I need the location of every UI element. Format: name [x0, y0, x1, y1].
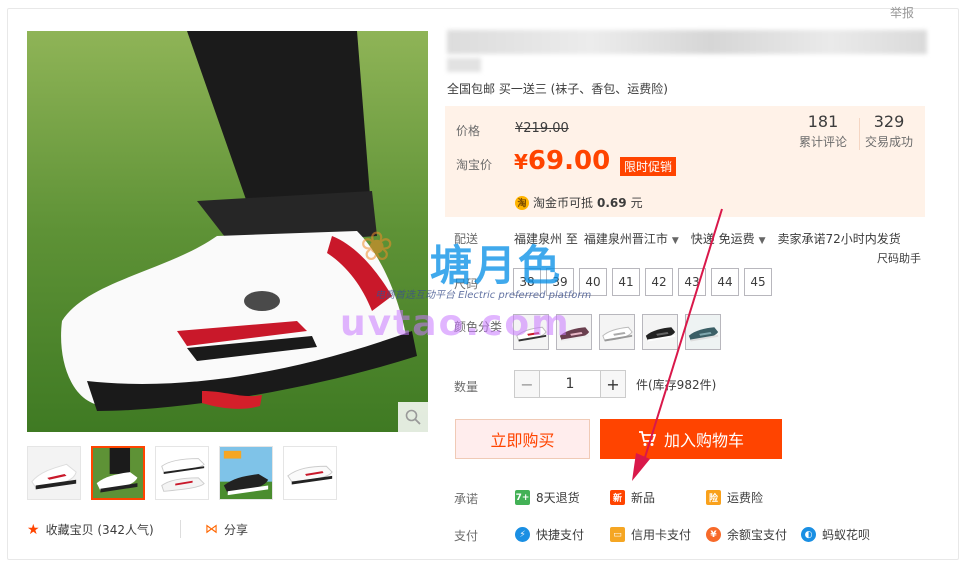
currency-symbol: ¥ [514, 150, 528, 174]
report-link[interactable]: 举报 [890, 4, 914, 21]
promise-label: 承诺 [454, 492, 479, 506]
share-label: 分享 [224, 523, 249, 537]
size-option[interactable]: 38 [513, 268, 541, 296]
payment-item-label: 余额宝支付 [727, 528, 788, 542]
insurance-icon: 险 [706, 490, 721, 505]
star-icon: ★ [27, 521, 40, 538]
favorite-button[interactable]: ★ 收藏宝贝 (342人气) [27, 521, 154, 538]
promise-item-label: 8天退货 [536, 491, 580, 505]
promise-insurance[interactable]: 险 运费险 [706, 489, 763, 506]
color-label: 颜色分类 [454, 320, 503, 334]
current-price-value: 69.00 [527, 146, 611, 176]
size-label: 尺码 [454, 277, 479, 291]
decrease-button[interactable]: − [514, 370, 540, 398]
payment-item-label: 信用卡支付 [631, 528, 692, 542]
ship-promise: 卖家承诺72小时内发货 [777, 232, 901, 246]
share-button[interactable]: ⋈ 分享 [205, 521, 248, 538]
current-price-label: 淘宝价 [456, 158, 493, 172]
promo-tag: 限时促销 [620, 157, 677, 176]
price-box: 价格 ¥219.00 淘宝价 ¥69.00 限时促销 181 累计评论 329 … [445, 106, 925, 217]
product-title-blurred [447, 30, 927, 54]
taojinbi-icon: 淘 [515, 195, 529, 210]
promise-item-label: 新品 [631, 491, 656, 505]
reviews-stat[interactable]: 181 累计评论 [799, 112, 847, 150]
thumbnail[interactable] [283, 446, 337, 500]
reviews-label: 累计评论 [799, 135, 848, 149]
size-option[interactable]: 40 [579, 268, 607, 296]
deals-label: 交易成功 [865, 135, 914, 149]
thumbnail[interactable] [155, 446, 209, 500]
new-icon: 新 [610, 490, 625, 505]
payment-item-label: 快捷支付 [536, 528, 585, 542]
quantity-input[interactable]: 1 [540, 370, 600, 398]
favorite-label: 收藏宝贝 (342人气) [45, 523, 154, 537]
main-product-image[interactable] [27, 31, 428, 432]
magnifier-icon [405, 409, 421, 425]
taojinbi-text: 淘金币可抵 [533, 196, 594, 210]
delivery-label: 配送 [454, 232, 479, 246]
buy-now-button[interactable]: 立即购买 [455, 419, 590, 459]
thumbnail[interactable] [219, 446, 273, 500]
payment-yuebao[interactable]: ¥ 余额宝支付 [706, 526, 787, 543]
caret-down-icon: ▼ [758, 236, 766, 246]
size-option[interactable]: 39 [546, 268, 574, 296]
color-swatch[interactable] [513, 314, 549, 350]
product-title-blurred-line2 [447, 58, 481, 72]
deals-stat[interactable]: 329 交易成功 [865, 112, 913, 150]
huabei-icon: ◐ [801, 527, 816, 542]
share-icon: ⋈ [205, 522, 218, 537]
annotation-arrow [632, 208, 723, 481]
quick-pay-icon: ⚡ [515, 527, 530, 542]
thumbnail[interactable] [27, 446, 81, 500]
zoom-button[interactable] [398, 402, 428, 432]
product-subtitle: 全国包邮 买一送三 (袜子、香包、运费险) [447, 82, 668, 96]
original-price: ¥219.00 [515, 121, 569, 136]
promise-item-label: 运费险 [727, 491, 764, 505]
payment-item-label: 蚂蚁花呗 [822, 528, 871, 542]
current-price: ¥69.00 [514, 146, 610, 176]
thumbnail-strip [27, 446, 337, 500]
divider [180, 520, 181, 538]
promise-new[interactable]: 新 新品 [610, 489, 655, 506]
size-option[interactable]: 45 [744, 268, 772, 296]
thumbnail[interactable] [91, 446, 145, 500]
return-7-icon: 7+ [515, 490, 530, 505]
promise-return[interactable]: 7+ 8天退货 [515, 489, 580, 506]
payment-huabei[interactable]: ◐ 蚂蚁花呗 [801, 526, 870, 543]
payment-credit-card[interactable]: ▭ 信用卡支付 [610, 526, 691, 543]
ship-from: 福建泉州 至 [514, 232, 578, 246]
size-helper-link[interactable]: 尺码助手 [877, 250, 921, 266]
color-swatch[interactable] [556, 314, 592, 350]
payment-label: 支付 [454, 529, 479, 543]
payment-quick[interactable]: ⚡ 快捷支付 [515, 526, 584, 543]
original-price-label: 价格 [456, 124, 481, 138]
quantity-label: 数量 [454, 380, 479, 394]
reviews-count: 181 [807, 112, 839, 131]
deals-count: 329 [873, 112, 905, 131]
credit-card-icon: ▭ [610, 527, 625, 542]
yuebao-icon: ¥ [706, 527, 721, 542]
stat-divider [859, 118, 860, 150]
